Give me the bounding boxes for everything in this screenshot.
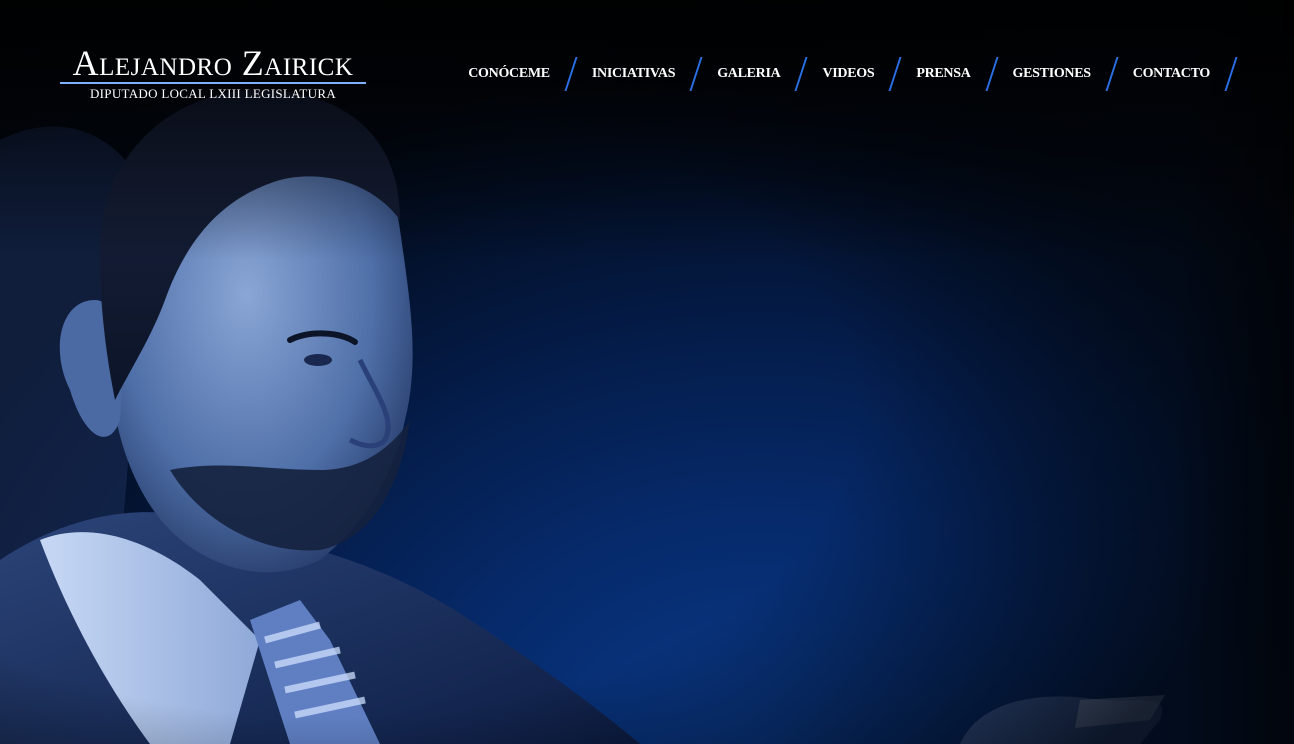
nav-separator: [888, 57, 902, 91]
nav-link-gestiones[interactable]: GESTIONES: [1013, 66, 1092, 82]
nav-item-galeria: GALERIA: [717, 57, 822, 91]
nav-item-iniciativas: INICIATIVAS: [592, 57, 717, 91]
site-logo[interactable]: Alejandro Zairick DIPUTADO LOCAL LXIII L…: [58, 44, 368, 102]
hero-section: Alejandro Zairick DIPUTADO LOCAL LXIII L…: [0, 0, 1294, 744]
nav-separator: [985, 57, 999, 91]
nav-separator: [1224, 57, 1238, 91]
nav-item-gestiones: GESTIONES: [1013, 57, 1133, 91]
nav-link-contacto[interactable]: CONTACTO: [1133, 66, 1211, 82]
nav-item-videos: VIDEOS: [822, 57, 916, 91]
top-vignette: [0, 0, 1294, 260]
logo-subtitle: DIPUTADO LOCAL LXIII LEGISLATURA: [89, 86, 337, 101]
nav-separator: [794, 57, 808, 91]
nav-item-prensa: PRENSA: [916, 57, 1012, 91]
nav-link-conoceme[interactable]: CONÓCEME: [468, 66, 550, 82]
nav-separator: [1105, 57, 1119, 91]
nav-link-galeria[interactable]: GALERIA: [717, 66, 781, 82]
nav-separator: [689, 57, 703, 91]
logo-name: Alejandro Zairick: [72, 43, 354, 83]
nav-link-prensa[interactable]: PRENSA: [916, 66, 971, 82]
nav-separator: [564, 57, 578, 91]
nav-item-contacto: CONTACTO: [1133, 57, 1252, 91]
right-vignette: [1174, 0, 1294, 744]
nav-item-conoceme: CONÓCEME: [468, 57, 592, 91]
main-navigation: CONÓCEME INICIATIVAS GALERIA VIDEOS PREN…: [468, 56, 1252, 92]
nav-link-iniciativas[interactable]: INICIATIVAS: [592, 66, 676, 82]
nav-link-videos[interactable]: VIDEOS: [822, 66, 874, 82]
